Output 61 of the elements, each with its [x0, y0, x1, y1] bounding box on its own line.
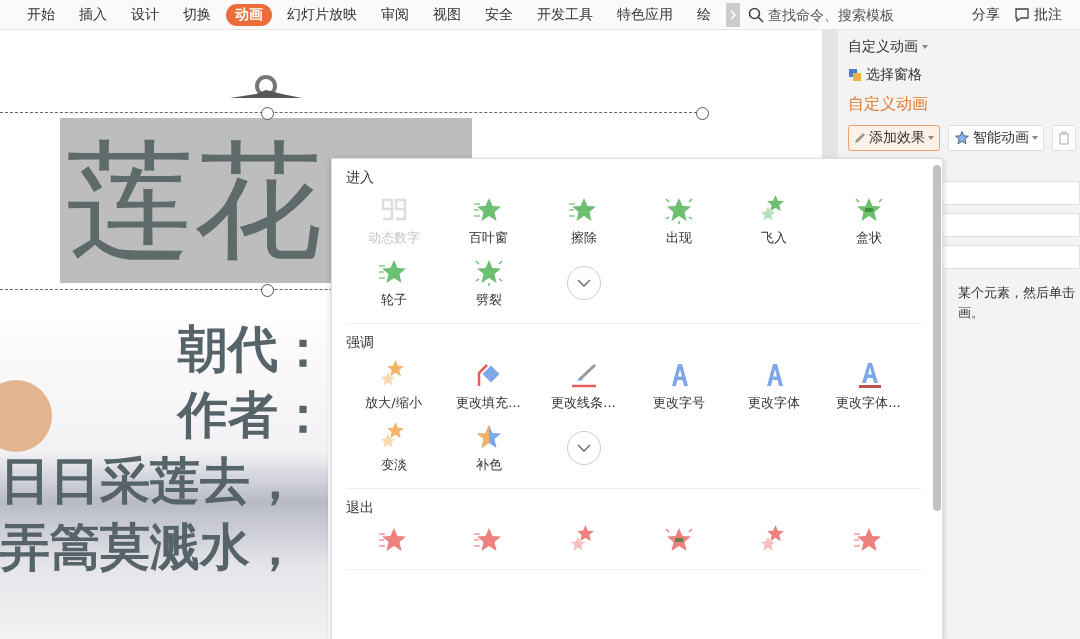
- section-title: 强调: [346, 334, 375, 352]
- effect-item[interactable]: 更改线条...: [536, 360, 631, 412]
- trash-icon: [1058, 131, 1070, 145]
- expand-button[interactable]: [566, 266, 601, 300]
- ribbon-tab[interactable]: 绘: [688, 3, 720, 26]
- hint-text: 画。: [958, 304, 985, 322]
- resize-handle[interactable]: [261, 107, 274, 120]
- slide-title: 莲花: [65, 125, 322, 277]
- resize-handle[interactable]: [696, 107, 709, 120]
- resize-handle[interactable]: [261, 284, 274, 297]
- star-icon: [954, 130, 970, 146]
- ribbon-tab[interactable]: 审阅: [372, 3, 418, 26]
- chevron-right-icon: [730, 9, 736, 20]
- ribbon-tab[interactable]: 开发工具: [528, 3, 602, 26]
- ribbon-tab[interactable]: 开始: [18, 3, 64, 26]
- smart-animation-button[interactable]: 智能动画: [948, 125, 1044, 151]
- effect-item[interactable]: 更改字号: [631, 360, 726, 412]
- more-tabs-button[interactable]: [726, 2, 740, 27]
- pencil-icon: [854, 132, 866, 144]
- slide-text: 日日采莲去，: [0, 451, 300, 512]
- ribbon-tab[interactable]: 特色应用: [608, 3, 682, 26]
- windows-icon: [848, 68, 862, 82]
- effect-item[interactable]: 更改填充...: [441, 360, 536, 412]
- delete-button[interactable]: [1052, 125, 1076, 151]
- search-field[interactable]: 查找命令、搜索模板: [748, 6, 948, 23]
- effect-item[interactable]: 补色: [441, 422, 536, 474]
- slide-text: 弄篙莫溅水，: [0, 517, 300, 578]
- effect-item[interactable]: 飞入: [726, 195, 821, 247]
- hint-text: 某个元素，然后单击: [958, 284, 1076, 302]
- chevron-down-icon: [576, 279, 591, 287]
- slide-text: 作者：: [178, 385, 328, 446]
- effect-item[interactable]: 更改字体...: [821, 360, 916, 412]
- ribbon-tab[interactable]: 幻灯片放映: [278, 3, 366, 26]
- effect-item[interactable]: 更改字体: [726, 360, 821, 412]
- search-icon: [748, 6, 764, 23]
- caret-icon: [928, 136, 934, 140]
- pane-heading: 自定义动画: [848, 94, 929, 115]
- effect-item[interactable]: 出现: [631, 195, 726, 247]
- ribbon-tab[interactable]: 视图: [424, 3, 470, 26]
- effect-item[interactable]: 擦除: [536, 195, 631, 247]
- share-button[interactable]: 分享: [972, 5, 1000, 24]
- caret-icon: [1032, 136, 1038, 140]
- effect-item[interactable]: 放大/缩小: [346, 360, 441, 412]
- selection-pane-button[interactable]: 选择窗格: [848, 66, 1080, 84]
- add-effect-button[interactable]: 添加效果: [848, 125, 940, 151]
- slide-text: 朝代：: [178, 319, 328, 380]
- ribbon-tab[interactable]: 插入: [70, 3, 116, 26]
- section-title: 退出: [346, 499, 375, 517]
- caret-icon: [922, 45, 928, 49]
- ribbon-tab[interactable]: 安全: [476, 3, 522, 26]
- comment-button[interactable]: 批注: [1014, 5, 1062, 24]
- chevron-down-icon: [576, 444, 591, 452]
- expand-button[interactable]: [566, 431, 601, 465]
- effect-item[interactable]: 变淡: [346, 422, 441, 474]
- pane-menu[interactable]: 自定义动画: [848, 38, 1080, 56]
- scrollbar-thumb[interactable]: [933, 165, 941, 511]
- comment-icon: [1014, 6, 1030, 23]
- section-title: 进入: [346, 169, 375, 187]
- effect-item[interactable]: 盒状: [821, 195, 916, 247]
- ribbon-tab[interactable]: 切换: [174, 3, 220, 26]
- ribbon-tab[interactable]: 设计: [122, 3, 168, 26]
